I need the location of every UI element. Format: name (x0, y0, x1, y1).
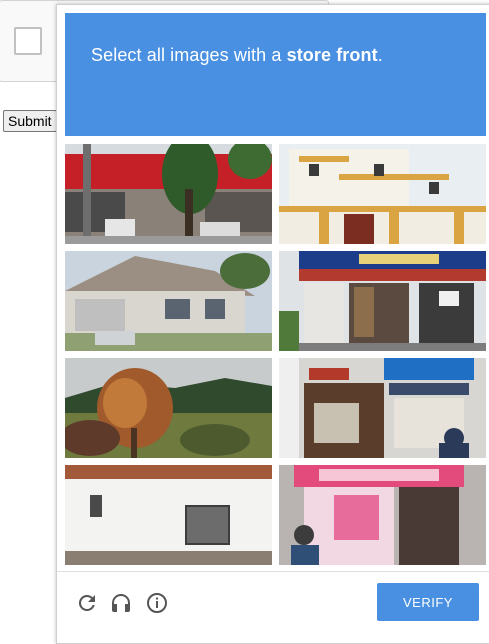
image-tile-white-house-wall[interactable] (65, 465, 272, 565)
reload-icon[interactable] (75, 591, 99, 615)
recaptcha-page: Submit Select all images with a store fr… (0, 0, 489, 644)
challenge-prompt: Select all images with a store front. (91, 43, 462, 67)
recaptcha-challenge-popup: Select all images with a store front. VE… (56, 4, 489, 644)
image-tile-storefront-red-awning[interactable] (65, 144, 272, 244)
image-tile-white-villa[interactable] (279, 144, 486, 244)
image-tile-suburban-house[interactable] (65, 251, 272, 351)
image-tile-storefront-shop-signs[interactable] (279, 251, 486, 351)
verify-button[interactable]: VERIFY (377, 583, 479, 621)
headphones-icon[interactable] (109, 591, 133, 615)
prompt-suffix: . (377, 45, 383, 65)
footer-divider (57, 571, 489, 572)
recaptcha-checkbox[interactable] (14, 27, 42, 55)
prompt-target: store front (286, 45, 378, 65)
submit-button[interactable]: Submit (3, 110, 57, 132)
info-icon[interactable] (145, 591, 169, 615)
image-tile-autumn-tree-hills[interactable] (65, 358, 272, 458)
image-tile-storefront-blue-sign[interactable] (279, 358, 486, 458)
image-tile-storefront-pink-shop[interactable] (279, 465, 486, 565)
image-grid (65, 144, 486, 565)
prompt-prefix: Select all images with a (91, 45, 287, 65)
challenge-header: Select all images with a store front. (65, 13, 486, 136)
